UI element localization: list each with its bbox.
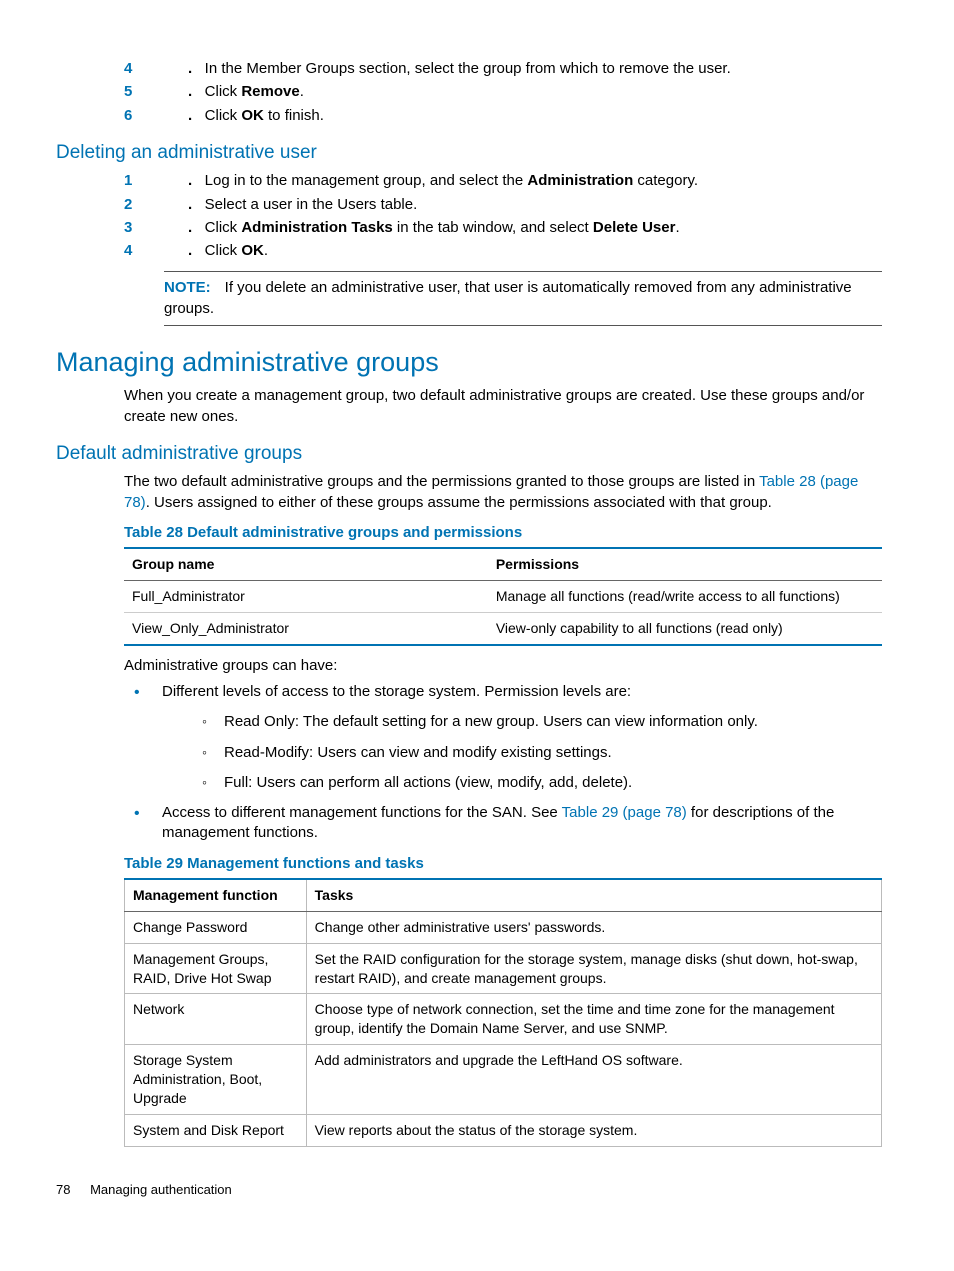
note-label: NOTE: [164,279,211,296]
list-item: Read Only: The default setting for a new… [196,712,882,732]
table-row: NetworkChoose type of network connection… [125,994,882,1045]
permission-bullets: Different levels of access to the storag… [124,682,882,844]
permission-levels: Read Only: The default setting for a new… [196,712,882,793]
table-row: View_Only_AdministratorView-only capabil… [124,613,882,645]
table-row: Management Groups, RAID, Drive Hot SwapS… [125,943,882,994]
del-step-1: 1. Log in to the management group, and s… [164,171,882,191]
table-row: Change PasswordChange other administrati… [125,911,882,943]
table-29-caption: Table 29 Management functions and tasks [124,854,882,874]
delete-user-steps: 1. Log in to the management group, and s… [56,171,882,261]
col-permissions: Permissions [488,548,882,580]
table-row: Storage System Administration, Boot, Upg… [125,1045,882,1115]
del-step-3: 3. Click Administration Tasks in the tab… [164,218,882,238]
table-header-row: Management function Tasks [125,879,882,911]
col-group-name: Group name [124,548,488,580]
table-row: Full_AdministratorManage all functions (… [124,581,882,613]
note-block: NOTE:If you delete an administrative use… [164,271,882,326]
para-can-have: Administrative groups can have: [124,656,882,676]
member-groups-steps: 4. In the Member Groups section, select … [56,59,882,126]
del-step-4: 4. Click OK. [164,241,882,261]
list-item: Different levels of access to the storag… [124,682,882,793]
col-tasks: Tasks [306,879,881,911]
step-6: 6. Click OK to finish. [164,106,882,126]
link-table-29[interactable]: Table 29 (page 78) [562,804,687,821]
page-footer: 78 Managing authentication [56,1181,882,1199]
note-body: If you delete an administrative user, th… [164,279,852,316]
table-row: System and Disk ReportView reports about… [125,1114,882,1146]
table-28-caption: Table 28 Default administrative groups a… [124,523,882,543]
col-mgmt-function: Management function [125,879,307,911]
heading-default-admin-groups: Default administrative groups [56,441,882,467]
step-4: 4. In the Member Groups section, select … [164,59,882,79]
del-step-2: 2. Select a user in the Users table. [164,195,882,215]
table-header-row: Group name Permissions [124,548,882,580]
heading-managing-admin-groups: Managing administrative groups [56,344,882,380]
table-28: Group name Permissions Full_Administrato… [124,547,882,646]
para-managing-intro: When you create a management group, two … [124,386,882,427]
step-5: 5. Click Remove. [164,82,882,102]
list-item: Read-Modify: Users can view and modify e… [196,743,882,763]
list-item: Access to different management functions… [124,803,882,844]
list-item: Full: Users can perform all actions (vie… [196,773,882,793]
page-number: 78 [56,1182,70,1197]
heading-deleting-admin-user: Deleting an administrative user [56,140,882,166]
footer-title: Managing authentication [90,1182,232,1197]
table-29: Management function Tasks Change Passwor… [124,878,882,1147]
para-default-groups: The two default administrative groups an… [124,472,882,513]
